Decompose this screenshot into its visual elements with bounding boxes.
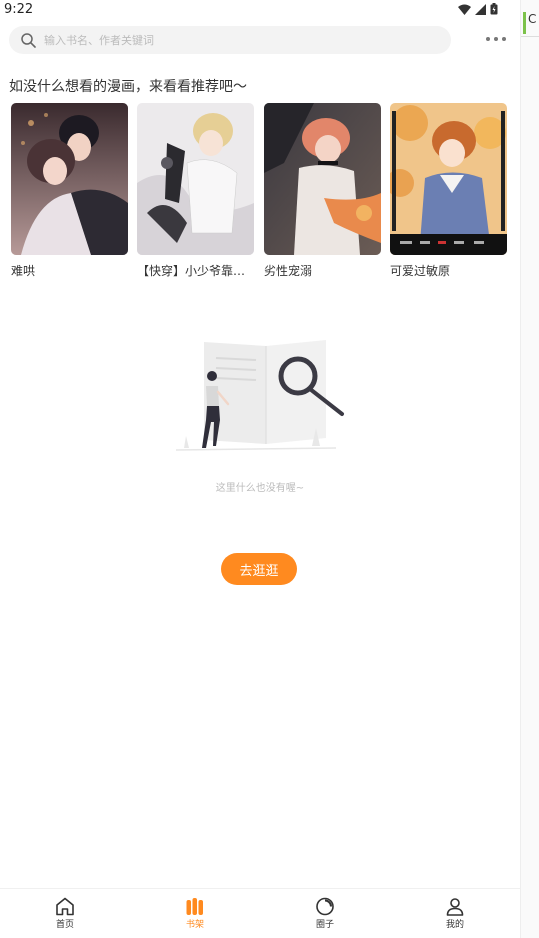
status-time: 9:22 [4, 2, 34, 17]
search-icon [21, 32, 36, 48]
recommend-card[interactable]: 可爱过敏原 [390, 103, 507, 279]
tab-profile[interactable]: 我的 [390, 889, 520, 938]
tab-label: 首页 [55, 920, 74, 930]
tab-label: 书架 [185, 920, 204, 930]
comic-cover[interactable] [264, 103, 381, 255]
circle-icon [316, 897, 334, 916]
comic-title: 【快穿】小少爷靠美… [137, 264, 254, 278]
wifi-icon [458, 4, 471, 15]
comic-title: 劣性宠溺 [264, 264, 313, 278]
empty-state-text: 这里什么也没有喔~ [215, 483, 305, 494]
comic-title: 难哄 [11, 264, 36, 278]
side-panel-divider [521, 36, 539, 37]
more-dot-icon [486, 37, 490, 41]
status-icons [458, 3, 498, 15]
recommend-card[interactable]: 【快穿】小少爷靠美… [137, 103, 254, 279]
browse-button[interactable]: 去逛逛 [221, 553, 297, 585]
empty-state-illustration [175, 336, 346, 456]
search-input[interactable] [44, 33, 404, 47]
recommend-title: 如没什么想看的漫画，来看看推荐吧～ [9, 79, 247, 95]
bottom-tab-bar: 首页 书架 圈子 我的 [0, 888, 520, 938]
recommend-card[interactable]: 劣性宠溺 [264, 103, 381, 279]
tab-home[interactable]: 首页 [0, 889, 130, 938]
battery-icon [490, 3, 498, 15]
more-options-button[interactable] [486, 34, 510, 44]
home-icon [56, 897, 74, 916]
tab-label: 我的 [445, 920, 464, 930]
tab-bookshelf[interactable]: 书架 [130, 889, 260, 938]
profile-icon [446, 898, 464, 916]
search-bar[interactable] [9, 26, 451, 54]
bookshelf-icon [186, 898, 203, 915]
tab-circle[interactable]: 圈子 [260, 889, 390, 938]
comic-cover[interactable] [390, 103, 507, 255]
comic-cover[interactable] [11, 103, 128, 255]
comic-cover[interactable] [137, 103, 254, 255]
recommend-card[interactable]: 难哄 [11, 103, 128, 279]
signal-icon [475, 3, 486, 15]
status-bar: 9:22 [0, 0, 520, 20]
comic-title: 可爱过敏原 [390, 264, 451, 278]
side-panel-strip: C [520, 0, 539, 938]
recommend-list: 难哄 【快穿】小少爷靠美… 劣性宠溺 可爱过敏原 [11, 103, 511, 283]
tab-label: 圈子 [315, 920, 334, 930]
more-dot-icon [494, 37, 498, 41]
side-panel-tag: C [523, 12, 539, 34]
more-dot-icon [502, 37, 506, 41]
